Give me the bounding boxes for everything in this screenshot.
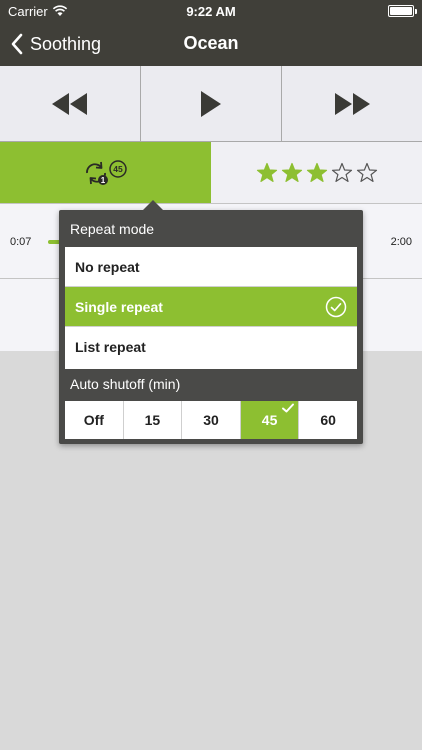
rating-stars xyxy=(211,142,422,203)
auto-shutoff-options: Off 15 30 45 60 xyxy=(65,401,357,439)
shutoff-option-60[interactable]: 60 xyxy=(299,401,357,439)
shutoff-option-30[interactable]: 30 xyxy=(182,401,241,439)
checkmark-icon xyxy=(282,403,295,413)
timer-minutes-badge: 45 xyxy=(113,164,123,174)
repeat-timer-icon: 1 45 xyxy=(85,159,127,185)
mode-list-repeat[interactable]: List repeat xyxy=(65,327,357,367)
repeat-mode-list: No repeat Single repeat List repeat xyxy=(65,247,357,369)
mode-no-repeat[interactable]: No repeat xyxy=(65,247,357,287)
repeat-settings-button[interactable]: 1 45 xyxy=(0,142,211,203)
popover-arrow xyxy=(143,200,163,210)
mode-label: List repeat xyxy=(75,339,146,355)
mode-label: No repeat xyxy=(75,258,140,275)
options-row: 1 45 xyxy=(0,142,422,204)
repeat-popover: Repeat mode No repeat Single repeat List… xyxy=(59,200,363,444)
battery-icon xyxy=(388,5,417,17)
shutoff-option-45[interactable]: 45 xyxy=(240,401,300,439)
star-filled-icon[interactable] xyxy=(306,162,328,184)
rewind-button[interactable] xyxy=(0,66,141,141)
star-empty-icon[interactable] xyxy=(356,162,378,184)
rewind-icon xyxy=(52,92,87,115)
fast-forward-button[interactable] xyxy=(282,66,422,141)
star-filled-icon[interactable] xyxy=(256,162,278,184)
shutoff-option-label: 45 xyxy=(261,412,278,428)
back-button[interactable]: Soothing xyxy=(10,30,101,58)
back-label: Soothing xyxy=(30,33,102,54)
mode-label: Single repeat xyxy=(75,298,163,315)
playback-controls xyxy=(0,66,422,142)
top-bar: Carrier 9:22 AM Soothing Ocean xyxy=(0,0,422,66)
shutoff-option-label: 15 xyxy=(144,412,161,428)
repeat-mode-title: Repeat mode xyxy=(70,221,155,237)
star-filled-icon[interactable] xyxy=(281,162,303,184)
mode-single-repeat[interactable]: Single repeat xyxy=(65,287,357,327)
shutoff-option-label: Off xyxy=(83,412,104,428)
shutoff-option-label: 60 xyxy=(320,412,336,428)
navigation-bar: Soothing Ocean xyxy=(0,22,422,66)
chevron-left-icon xyxy=(11,33,23,55)
play-button[interactable] xyxy=(141,66,282,141)
shutoff-option-off[interactable]: Off xyxy=(65,401,124,439)
star-empty-icon[interactable] xyxy=(331,162,353,184)
shutoff-option-15[interactable]: 15 xyxy=(124,401,183,439)
single-repeat-badge: 1 xyxy=(100,176,105,185)
status-bar: Carrier 9:22 AM xyxy=(0,0,422,22)
fast-forward-icon xyxy=(335,92,370,115)
status-time: 9:22 AM xyxy=(186,4,236,19)
checkmark-circle-icon xyxy=(325,296,347,318)
play-icon xyxy=(201,90,221,117)
shutoff-option-label: 30 xyxy=(203,412,219,428)
elapsed-time: 0:07 xyxy=(10,236,32,248)
auto-shutoff-title: Auto shutoff (min) xyxy=(70,376,181,392)
total-time: 2:00 xyxy=(390,236,412,248)
